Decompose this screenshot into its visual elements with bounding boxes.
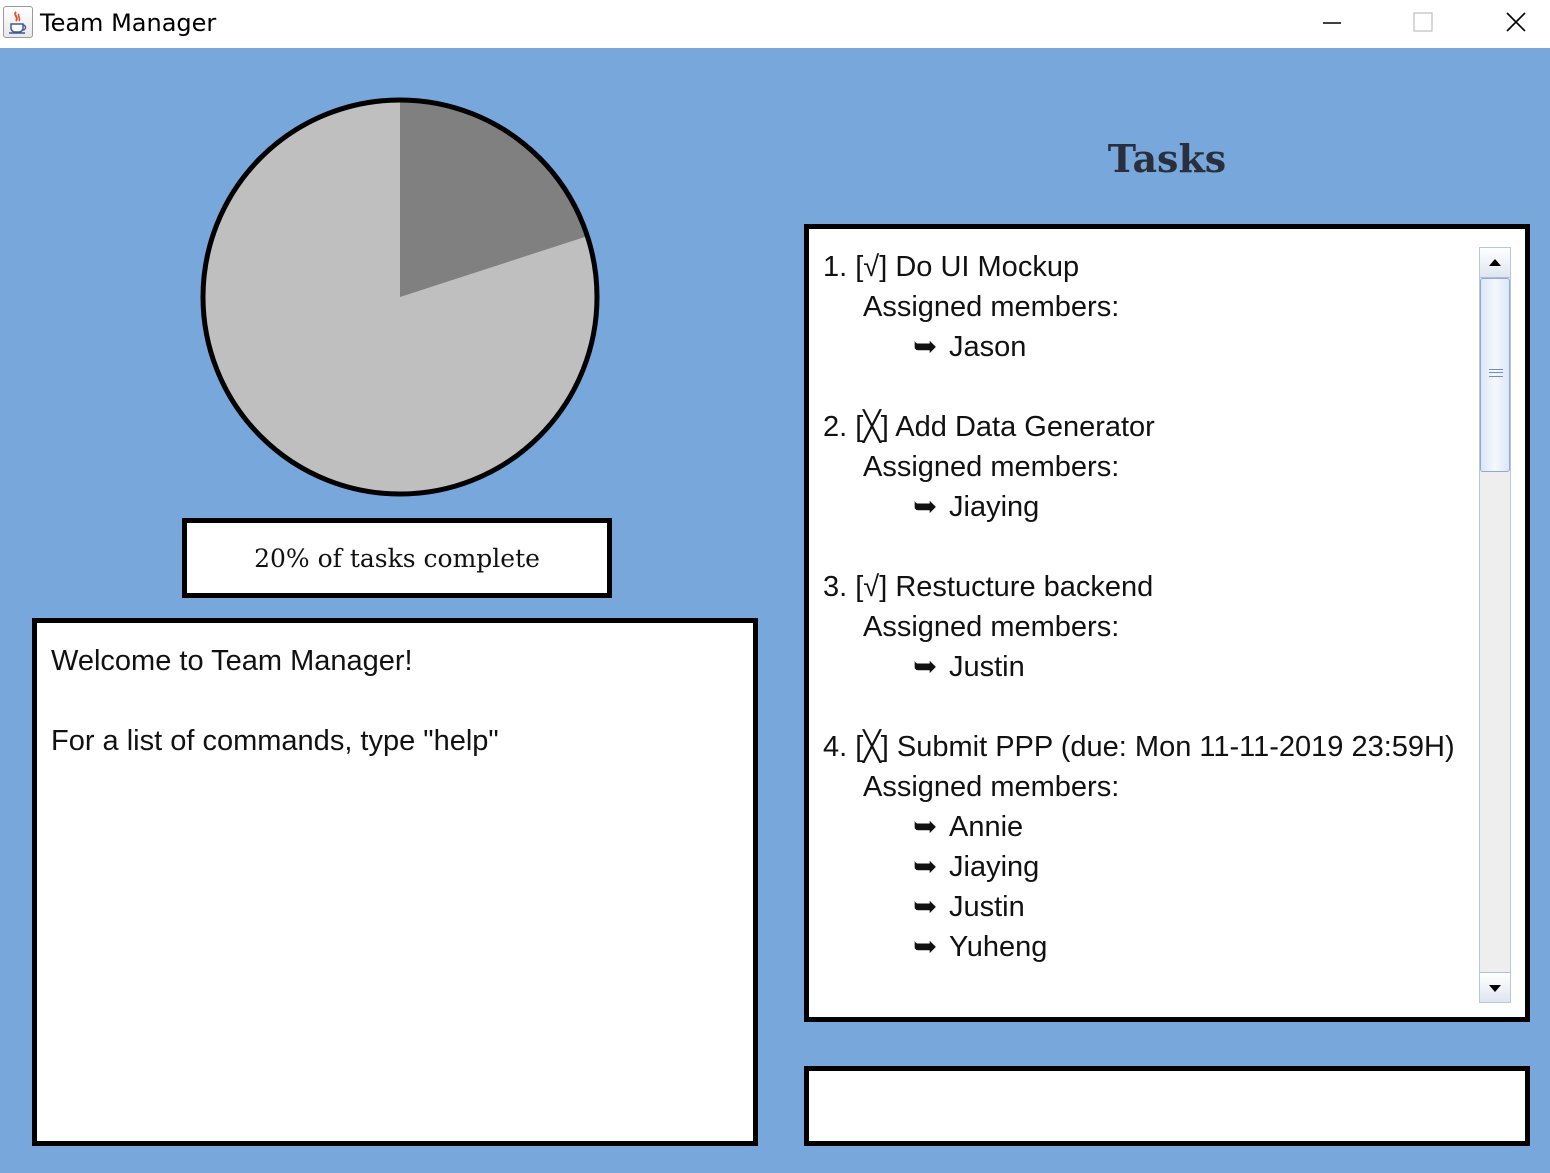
member-name: Jason [949, 331, 1027, 363]
task-status: [√] [855, 251, 888, 283]
arrow-icon: ➥ [913, 491, 938, 523]
task-item[interactable]: 2. [╳] Add Data Generator Assigned membe… [823, 407, 1473, 527]
task-status: [╳] [855, 731, 889, 763]
grip-icon [1489, 369, 1503, 377]
console-line: For a list of commands, type "help" [51, 725, 499, 757]
arrow-icon: ➥ [913, 651, 938, 683]
console-output[interactable]: Welcome to Team Manager! For a list of c… [32, 618, 758, 1146]
tasks-heading: Tasks [1107, 136, 1227, 181]
task-list-panel[interactable]: 1. [√] Do UI Mockup Assigned members: ➥ J… [804, 224, 1530, 1022]
assigned-members-label: Assigned members: [863, 771, 1120, 803]
main-panel: 20% of tasks complete Welcome to Team Ma… [0, 48, 1550, 1173]
task-name: Restucture backend [895, 571, 1154, 603]
progress-pie-chart [199, 96, 601, 498]
member-name: Annie [949, 811, 1024, 843]
scroll-thumb[interactable] [1480, 278, 1510, 472]
vertical-scrollbar[interactable] [1479, 247, 1511, 1003]
task-name: Do UI Mockup [895, 251, 1080, 283]
console-line: Welcome to Team Manager! [51, 645, 413, 677]
arrow-icon: ➥ [913, 331, 938, 363]
arrow-icon: ➥ [913, 851, 938, 883]
title-bar: Team Manager [0, 0, 1550, 48]
member-name: Jiaying [949, 851, 1040, 883]
member-entry: ➥ Annie [823, 807, 1473, 847]
member-entry: ➥ Jiaying [823, 487, 1473, 527]
arrow-up-icon [1489, 259, 1501, 266]
maximize-icon [1413, 12, 1433, 32]
arrow-icon: ➥ [913, 931, 938, 963]
member-name: Jiaying [949, 491, 1040, 523]
member-entry: ➥ Justin [823, 887, 1473, 927]
task-item[interactable]: 1. [√] Do UI Mockup Assigned members: ➥ J… [823, 247, 1473, 367]
command-input[interactable] [804, 1066, 1530, 1146]
task-number: 2. [823, 411, 848, 443]
member-name: Justin [949, 651, 1025, 683]
maximize-button[interactable] [1378, 0, 1470, 48]
scroll-down-button[interactable] [1480, 972, 1510, 1002]
task-name: Submit PPP (due: Mon 11-11-2019 23:59H) [896, 731, 1455, 763]
task-header: 1. [√] Do UI Mockup [823, 247, 1473, 287]
task-name: Add Data Generator [895, 411, 1155, 443]
arrow-icon: ➥ [913, 891, 938, 923]
progress-label-box: 20% of tasks complete [182, 518, 612, 598]
assigned-members-label: Assigned members: [863, 611, 1120, 643]
member-entry: ➥ Justin [823, 647, 1473, 687]
progress-label: 20% of tasks complete [254, 543, 540, 573]
task-list: 1. [√] Do UI Mockup Assigned members: ➥ J… [823, 247, 1473, 1007]
assigned-members-label: Assigned members: [863, 451, 1120, 483]
window-title: Team Manager [40, 9, 217, 37]
task-number: 3. [823, 571, 848, 603]
scroll-up-button[interactable] [1480, 248, 1510, 278]
minimize-icon [1323, 22, 1341, 24]
minimize-button[interactable] [1286, 0, 1378, 48]
task-header: 4. [╳] Submit PPP (due: Mon 11-11-2019 2… [823, 727, 1473, 767]
task-status: [√] [855, 571, 888, 603]
task-header: 3. [√] Restucture backend [823, 567, 1473, 607]
task-item[interactable]: 4. [╳] Submit PPP (due: Mon 11-11-2019 2… [823, 727, 1473, 967]
arrow-down-icon [1489, 985, 1501, 992]
assigned-members-label: Assigned members: [863, 291, 1120, 323]
task-header: 2. [╳] Add Data Generator [823, 407, 1473, 447]
arrow-icon: ➥ [913, 811, 938, 843]
task-status: [╳] [855, 411, 889, 443]
member-entry: ➥ Jason [823, 327, 1473, 367]
task-number: 1. [823, 251, 848, 283]
member-entry: ➥ Yuheng [823, 927, 1473, 967]
close-button[interactable] [1470, 0, 1550, 48]
task-number: 4. [823, 731, 848, 763]
java-cup-icon[interactable] [3, 6, 33, 38]
member-entry: ➥ Jiaying [823, 847, 1473, 887]
task-item[interactable]: 3. [√] Restucture backend Assigned membe… [823, 567, 1473, 687]
member-name: Justin [949, 891, 1025, 923]
close-icon [1506, 12, 1526, 32]
member-name: Yuheng [949, 931, 1048, 963]
